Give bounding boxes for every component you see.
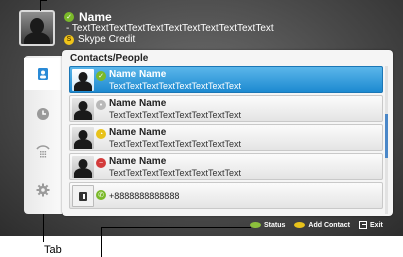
exit-icon (359, 221, 368, 229)
online-check-icon: ✓ (64, 12, 74, 22)
contact-name: Name Name (109, 156, 167, 167)
contact-list: ✓ Name Name TextTextTextTextTextTextText… (69, 66, 383, 211)
exit-key-label[interactable]: Exit (370, 222, 383, 229)
contact-avatar (72, 127, 94, 149)
contact-avatar (72, 156, 94, 178)
online-phone-icon: ✆ (96, 190, 106, 200)
busy-minus-icon: − (96, 158, 106, 168)
dialpad-icon (36, 145, 50, 158)
contact-row[interactable]: − Name Name TextTextTextTextTextTextText… (69, 153, 383, 180)
tv-screen: ✓ Name - TextTextTextTextTextTextTextTex… (0, 0, 403, 236)
skype-credit-label: Skype Credit (78, 34, 136, 45)
away-clock-icon: ◔ (96, 129, 106, 139)
online-check-icon: ✓ (96, 71, 106, 81)
tab-settings[interactable] (24, 174, 62, 206)
contact-mood: TextTextTextTextTextTextTextText (109, 168, 242, 178)
status-key-label[interactable]: Status (264, 222, 285, 229)
phone-icon (79, 192, 87, 201)
skype-s-icon: S (64, 34, 74, 45)
panel-title: Contacts/People (70, 53, 149, 64)
offline-status-icon: • (96, 100, 106, 110)
contact-name: Name Name (109, 69, 167, 80)
contacts-panel: Contacts/People ✓ Name Name TextTextText… (62, 50, 393, 216)
callout-line-top-vertical (40, 0, 41, 11)
footer-legend: Status Add Contact Exit (250, 219, 383, 231)
my-avatar[interactable] (19, 10, 55, 46)
contact-avatar (72, 69, 94, 91)
skype-credit-row: S Skype Credit (64, 34, 135, 45)
contact-name: Name Name (109, 98, 167, 109)
avatar-silhouette-body (74, 81, 92, 91)
callout-line-footer-vertical (101, 227, 102, 257)
tab-strip (24, 56, 62, 214)
callout-line-footer-horizontal (101, 227, 251, 228)
tab-contacts[interactable] (24, 58, 62, 90)
list-scrollbar[interactable] (385, 66, 388, 214)
phone-number: +8888888888888 (109, 191, 180, 201)
contact-row[interactable]: ✓ Name Name TextTextTextTextTextTextText… (69, 66, 383, 93)
gear-icon (36, 183, 50, 197)
tab-caption: Tab (44, 244, 62, 256)
callout-line-tab (43, 214, 44, 242)
my-name: Name (79, 10, 112, 24)
avatar-silhouette-body (74, 110, 92, 120)
contact-row[interactable]: ◔ Name Name TextTextTextTextTextTextText… (69, 124, 383, 151)
tab-call-phones[interactable] (24, 136, 62, 168)
contact-mood: TextTextTextTextTextTextTextText (109, 139, 242, 149)
tab-history[interactable] (24, 98, 62, 130)
contact-avatar (72, 98, 94, 120)
phone-contact-row[interactable]: ✆ +8888888888888 (69, 182, 383, 209)
contact-name: Name Name (109, 127, 167, 138)
my-mood-message: - TextTextTextTextTextTextTextTextTextTe… (66, 23, 274, 34)
phone-avatar (72, 185, 94, 207)
avatar-silhouette-body (74, 168, 92, 178)
add-contact-key-label[interactable]: Add Contact (308, 222, 350, 229)
green-key-icon (250, 222, 261, 228)
contacts-icon (38, 68, 48, 80)
clock-icon (37, 108, 49, 120)
avatar-silhouette-body (74, 139, 92, 149)
contact-row[interactable]: • Name Name TextTextTextTextTextTextText… (69, 95, 383, 122)
yellow-key-icon (294, 222, 306, 228)
callout-line-top-horizontal (40, 0, 47, 1)
contact-mood: TextTextTextTextTextTextTextText (109, 110, 242, 120)
avatar-silhouette-body (24, 32, 50, 44)
scroll-thumb[interactable] (385, 114, 388, 158)
contact-mood: TextTextTextTextTextTextTextText (109, 81, 242, 91)
